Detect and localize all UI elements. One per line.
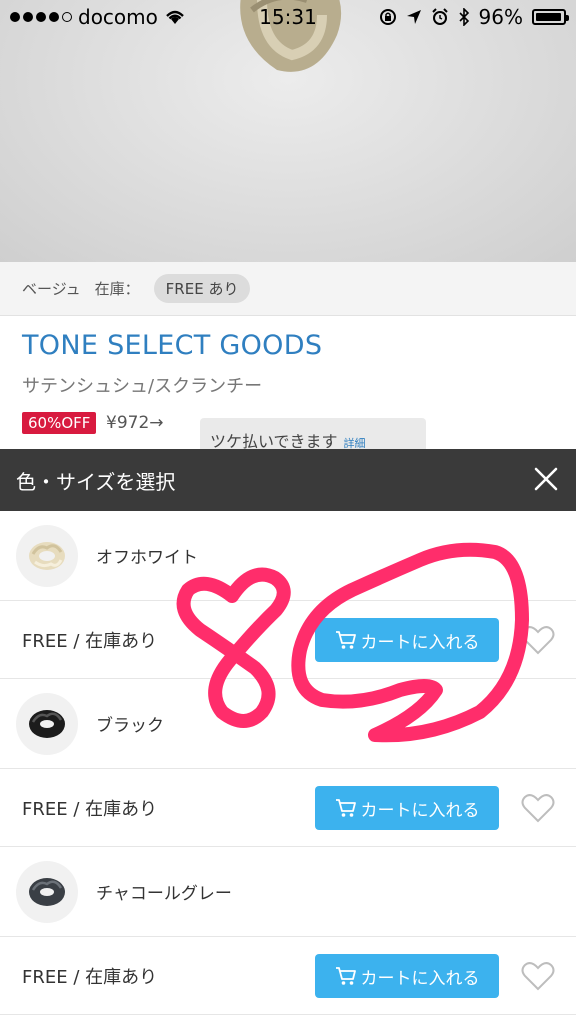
add-to-cart-button[interactable]: カートに入れる <box>315 954 499 998</box>
stock-label: 在庫： <box>94 280 140 298</box>
variant-name: チャコールグレー <box>96 884 232 904</box>
size-stock-label: FREE / 在庫あり <box>22 630 158 652</box>
favorite-heart-icon[interactable] <box>521 624 555 656</box>
variant-thumbnail <box>16 524 78 587</box>
variant-thumbnail <box>16 860 78 923</box>
location-arrow-icon <box>406 10 421 24</box>
cart-icon <box>335 631 356 649</box>
add-to-cart-button[interactable]: カートに入れる <box>315 618 499 662</box>
product-name: サテンシュシュ/スクランチー <box>22 376 263 397</box>
size-row-black: FREE / 在庫あり カートに入れる <box>0 769 576 847</box>
sheet-title: 色・サイズを選択 <box>16 469 176 494</box>
variant-header-charcoal: チャコールグレー <box>0 847 576 937</box>
price: ¥972→ <box>106 413 164 433</box>
add-to-cart-button[interactable]: カートに入れる <box>315 786 499 830</box>
bluetooth-icon <box>458 8 469 26</box>
variant-sheet: オフホワイト FREE / 在庫あり カートに入れる ブラック FREE / 在… <box>0 511 576 1024</box>
variant-thumbnail <box>16 692 78 755</box>
cart-icon <box>335 967 356 985</box>
add-to-cart-label: カートに入れる <box>360 968 480 989</box>
wifi-icon <box>166 10 184 24</box>
battery-percent: 96% <box>478 5 523 29</box>
stock-pill[interactable]: FREE あり <box>153 274 251 303</box>
carrier-name: docomo <box>78 5 158 29</box>
black-scrunchie-icon <box>29 709 65 738</box>
color-label: ベージュ <box>22 280 81 298</box>
product-hero-image <box>0 0 576 262</box>
close-icon[interactable] <box>530 463 562 495</box>
size-stock-label: FREE / 在庫あり <box>22 966 158 988</box>
brand-name[interactable]: TONE SELECT GOODS <box>22 330 322 361</box>
orientation-lock-icon <box>379 9 396 25</box>
discount-badge: 60%OFF <box>22 412 97 434</box>
cart-icon <box>335 799 356 817</box>
selected-color-row: ベージュ 在庫： FREE あり <box>0 262 576 316</box>
charcoal-scrunchie-icon <box>29 877 65 906</box>
favorite-heart-icon[interactable] <box>521 960 555 992</box>
variant-header-black: ブラック <box>0 679 576 769</box>
add-to-cart-label: カートに入れる <box>360 800 480 821</box>
variant-header-offwhite: オフホワイト <box>0 511 576 601</box>
add-to-cart-label: カートに入れる <box>360 632 480 653</box>
size-stock-label: FREE / 在庫あり <box>22 798 158 820</box>
size-row-charcoal: FREE / 在庫あり カートに入れる <box>0 937 576 1015</box>
variant-name: オフホワイト <box>96 548 198 568</box>
battery-icon <box>532 9 569 25</box>
variant-name: ブラック <box>96 716 164 736</box>
alarm-icon <box>431 8 448 25</box>
favorite-heart-icon[interactable] <box>521 792 555 824</box>
signal-strength-icon <box>10 12 72 22</box>
status-bar: docomo 15:31 96% <box>0 0 576 34</box>
size-row-offwhite: FREE / 在庫あり カートに入れる <box>0 601 576 679</box>
offwhite-scrunchie-icon <box>29 541 65 570</box>
select-options-header: 色・サイズを選択 <box>0 449 576 511</box>
